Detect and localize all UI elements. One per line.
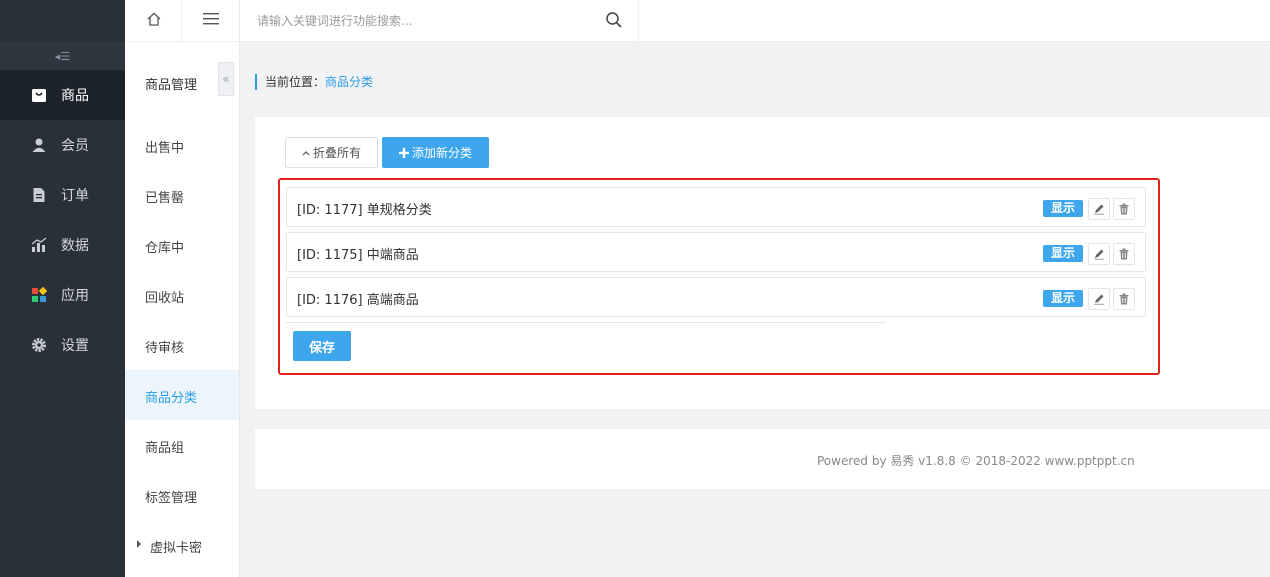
nav-item-label: 会员 (61, 138, 89, 154)
status-badge[interactable]: 显示 (1043, 200, 1083, 217)
hamburger-menu-icon (203, 13, 219, 25)
gear-icon (32, 338, 46, 352)
nav-item-orders[interactable]: 订单 (0, 170, 125, 220)
status-badge[interactable]: 显示 (1043, 245, 1083, 262)
delete-button[interactable] (1113, 288, 1135, 310)
sub-item-label: 已售罄 (145, 191, 185, 206)
sub-item-label: 商品组 (145, 441, 185, 456)
nav-item-goods[interactable]: 商品 (0, 70, 125, 120)
pencil-icon (1094, 294, 1104, 305)
trash-icon (1119, 248, 1129, 260)
breadcrumb: 当前位置：商品分类 (255, 74, 373, 90)
search-box (240, 0, 639, 42)
apps-grid-icon (32, 287, 47, 302)
add-category-button[interactable]: 添加新分类 (382, 137, 489, 168)
delete-button[interactable] (1113, 198, 1135, 220)
plus-icon (398, 147, 409, 158)
sub-item-virtual-cards[interactable]: 虚拟卡密 (125, 520, 239, 570)
pencil-icon (1094, 204, 1104, 215)
home-button[interactable] (125, 0, 182, 42)
trash-icon (1119, 203, 1129, 215)
highlight-box: [ID: 1177] 单规格分类 显示 [ID: 1175] 中端商品 显示 [… (278, 178, 1160, 375)
add-category-label: 添加新分类 (411, 146, 472, 160)
category-panel: 折叠所有 添加新分类 [ID: 1177] 单规格分类 显示 [ID: 1175… (255, 117, 1270, 409)
breadcrumb-current[interactable]: 商品分类 (325, 75, 373, 89)
sub-item-label: 仓库中 (145, 241, 185, 256)
search-icon[interactable] (605, 11, 623, 29)
sub-item-label: 回收站 (145, 291, 185, 306)
chevron-up-icon (302, 150, 310, 155)
home-icon (147, 12, 161, 26)
document-icon (33, 188, 45, 202)
category-row[interactable]: [ID: 1175] 中端商品 显示 (286, 232, 1146, 272)
category-row[interactable]: [ID: 1176] 高端商品 显示 (286, 277, 1146, 317)
trash-icon (1119, 293, 1129, 305)
breadcrumb-prefix: 当前位置： (265, 75, 326, 89)
sub-item-label: 出售中 (145, 141, 185, 156)
divider (286, 322, 886, 323)
nav-item-data[interactable]: 数据 (0, 220, 125, 270)
menu-button[interactable] (182, 0, 240, 42)
sidebar-collapse-button[interactable]: ◂☰ (0, 42, 125, 70)
pencil-icon (1094, 249, 1104, 260)
sub-item-tags[interactable]: 标签管理 (125, 470, 239, 520)
user-icon (32, 138, 46, 152)
sub-item-label: 标签管理 (145, 491, 198, 506)
nav-item-label: 数据 (61, 238, 89, 254)
nav-item-label: 设置 (61, 338, 89, 354)
edit-button[interactable] (1088, 243, 1110, 265)
nav-item-apps[interactable]: 应用 (0, 270, 125, 320)
sub-item-goods-group[interactable]: 商品组 (125, 420, 239, 470)
status-badge[interactable]: 显示 (1043, 290, 1083, 307)
sub-item-categories[interactable]: 商品分类 (125, 370, 239, 420)
main-sidebar: ◂☰ 商品 会员 订单 数据 应用 设置 (0, 0, 125, 577)
collapse-all-button[interactable]: 折叠所有 (285, 137, 378, 168)
sub-item-pending-review[interactable]: 待审核 (125, 320, 239, 370)
save-button[interactable]: 保存 (293, 331, 351, 361)
top-bar (240, 0, 1270, 42)
footer: Powered by 易秀 v1.8.8 © 2018-2022 www.ppt… (255, 429, 1270, 489)
edit-button[interactable] (1088, 198, 1110, 220)
nav-item-label: 商品 (61, 88, 89, 104)
caret-right-icon (137, 540, 141, 548)
category-text: [ID: 1176] 高端商品 (297, 293, 419, 308)
sub-sidebar-toggle-button[interactable]: « (218, 62, 234, 96)
category-row[interactable]: [ID: 1177] 单规格分类 显示 (286, 187, 1146, 227)
sub-item-label: 虚拟卡密 (150, 541, 203, 556)
nav-item-label: 订单 (61, 188, 89, 204)
sub-item-label: 商品分类 (145, 391, 198, 406)
footer-text: Powered by 易秀 v1.8.8 © 2018-2022 www.ppt… (817, 454, 1135, 468)
sub-item-warehouse[interactable]: 仓库中 (125, 220, 239, 270)
sub-item-recycle-bin[interactable]: 回收站 (125, 270, 239, 320)
bar-chart-icon (31, 237, 47, 252)
nav-item-settings[interactable]: 设置 (0, 320, 125, 370)
edit-button[interactable] (1088, 288, 1110, 310)
sub-item-on-sale[interactable]: 出售中 (125, 120, 239, 170)
delete-button[interactable] (1113, 243, 1135, 265)
sub-sidebar: 商品管理 « 出售中 已售罄 仓库中 回收站 待审核 商品分类 商品组 标签管理… (125, 0, 240, 577)
logo-area (0, 0, 125, 42)
category-text: [ID: 1175] 中端商品 (297, 248, 419, 263)
nav-item-members[interactable]: 会员 (0, 120, 125, 170)
sub-item-sold-out[interactable]: 已售罄 (125, 170, 239, 220)
search-input[interactable] (257, 11, 597, 31)
sub-item-label: 待审核 (145, 341, 185, 356)
shopping-bag-icon (32, 89, 46, 102)
category-text: [ID: 1177] 单规格分类 (297, 203, 432, 218)
collapse-all-label: 折叠所有 (312, 146, 361, 160)
nav-item-label: 应用 (61, 288, 89, 304)
sub-sidebar-title: 商品管理 (145, 78, 198, 93)
